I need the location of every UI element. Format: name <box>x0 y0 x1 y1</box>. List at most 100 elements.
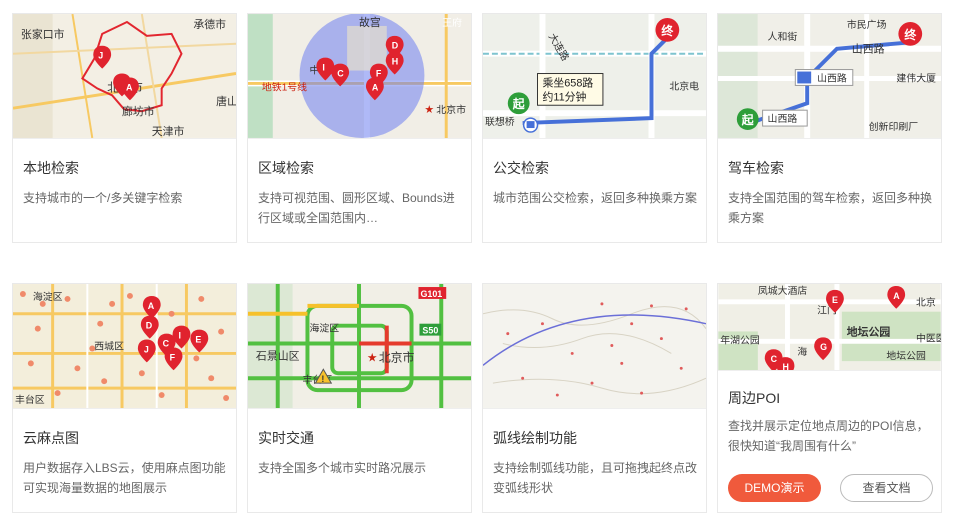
svg-text:C: C <box>771 354 778 364</box>
map-label: 创新印刷厂 <box>869 120 919 133</box>
card-title: 区域检索 <box>258 160 314 176</box>
map-nearby-poi: 凤城大酒店 北京 江门 地坛公园 中医医 地坛公园 海 年湖公园 EAGCH <box>718 284 941 370</box>
svg-text:起: 起 <box>741 113 755 127</box>
map-label: 廊坊市 <box>122 104 155 118</box>
map-label: 年湖公园 <box>720 333 760 346</box>
map-label: G101 <box>420 289 442 299</box>
card-title: 驾车检索 <box>728 160 784 176</box>
map-label: 凤城大酒店 <box>758 284 808 297</box>
card-local-search[interactable]: 张家口市 承德市 北京市 廊坊市 天津市 唐山市 J A 本地检索 支持城市的一… <box>12 13 237 243</box>
svg-text:F: F <box>170 352 176 362</box>
card-title: 弧线绘制功能 <box>493 430 577 446</box>
card-area-search[interactable]: 故宫 中山公 地铁1号线 王府 ★ 北京市 ICDHFA 区域检索 支持可视范围… <box>247 13 472 243</box>
card-title: 周边POI <box>728 390 781 406</box>
map-thumbnail[interactable]: AD I E C J F 海淀区 西城区 丰台区 <box>13 284 236 409</box>
car-icon <box>797 71 812 84</box>
card-arc-drawing[interactable]: 弧线绘制功能 支持绘制弧线功能，且可拖拽起终点改变弧线形状 <box>482 283 707 513</box>
svg-text:J: J <box>98 51 103 61</box>
card-cloud-dots[interactable]: AD I E C J F 海淀区 西城区 丰台区 云麻点图 用户数据存入LBS云，使用麻点… <box>12 283 237 513</box>
map-thumbnail[interactable]: 大连路 乘坐658路 约11分钟 北京电 联想桥 起 终 <box>483 14 706 139</box>
map-thumbnail[interactable]: G101 海淀区 石景山区 北京市 S50 丰台区 ★ ! <box>248 284 471 409</box>
map-label: 北京市 <box>436 103 466 116</box>
map-area-search: 故宫 中山公 地铁1号线 王府 ★ 北京市 ICDHFA <box>248 14 471 138</box>
svg-text:H: H <box>783 362 789 370</box>
card-description: 支持城市的一个/多关键字检索 <box>23 191 183 205</box>
map-thumbnail[interactable]: 市民广场 人和街 山西路 山西路 山西路 建伟大厦 创新印刷厂 起 终 <box>718 14 941 139</box>
map-label: 地铁1号线 <box>262 80 307 93</box>
map-label: 市民广场 <box>847 18 887 31</box>
map-label: 王府 <box>442 16 462 29</box>
svg-text:终: 终 <box>661 24 674 38</box>
svg-text:E: E <box>195 335 201 345</box>
map-label: 海淀区 <box>33 290 63 303</box>
start-marker: 起 <box>736 108 759 131</box>
map-label: 故宫 <box>359 15 381 29</box>
card-description: 城市范围公交检索，返回多种换乘方案 <box>493 191 698 205</box>
svg-text:C: C <box>337 68 344 78</box>
map-label: 天津市 <box>152 124 185 138</box>
star-icon: ★ <box>424 104 434 116</box>
star-icon: ★ <box>367 350 378 364</box>
card-title: 公交检索 <box>493 160 549 176</box>
map-bus-search: 大连路 乘坐658路 约11分钟 北京电 联想桥 起 终 <box>483 14 706 138</box>
map-label: 北京市 <box>379 350 415 364</box>
card-description: 支持全国范围的驾车检索，返回多种换乘方案 <box>728 191 933 225</box>
map-local-search: 张家口市 承德市 北京市 廊坊市 天津市 唐山市 J A <box>13 14 236 138</box>
end-marker: 终 <box>655 18 680 42</box>
map-label: 人和街 <box>768 30 798 43</box>
map-label: 建伟大厦 <box>896 71 936 84</box>
map-realtime-traffic: G101 海淀区 石景山区 北京市 S50 丰台区 ★ ! <box>248 284 471 408</box>
svg-text:A: A <box>126 82 133 92</box>
end-marker: 终 <box>898 21 923 46</box>
svg-text:J: J <box>144 344 149 354</box>
map-thumbnail[interactable] <box>483 284 706 409</box>
map-label: S50 <box>422 326 438 336</box>
card-description: 支持绘制弧线功能，且可拖拽起终点改变弧线形状 <box>493 461 698 495</box>
svg-text:终: 终 <box>904 28 917 42</box>
map-label: 丰台区 <box>15 393 45 406</box>
map-label: 北京电 <box>669 79 699 92</box>
svg-text:D: D <box>146 321 153 331</box>
view-docs-button[interactable]: 查看文档 <box>840 474 933 502</box>
svg-text:E: E <box>832 295 838 305</box>
svg-text:H: H <box>392 57 398 67</box>
card-title: 云麻点图 <box>23 430 79 446</box>
svg-text:I: I <box>179 331 181 341</box>
card-description: 用户数据存入LBS云，使用麻点图功能可实现海量数据的地图展示 <box>23 461 226 495</box>
card-title: 本地检索 <box>23 160 79 176</box>
map-label: 海淀区 <box>309 322 339 335</box>
map-label: 中医医 <box>916 331 941 344</box>
svg-text:A: A <box>893 291 900 301</box>
map-label: 西城区 <box>94 340 124 352</box>
demo-button[interactable]: DEMO演示 <box>728 474 821 502</box>
card-title: 实时交通 <box>258 430 314 446</box>
map-thumbnail[interactable]: 故宫 中山公 地铁1号线 王府 ★ 北京市 ICDHFA <box>248 14 471 139</box>
start-marker: 起 <box>507 92 530 115</box>
card-description: 支持全国多个城市实时路况展示 <box>258 461 427 475</box>
map-label: 山西路 <box>852 43 885 56</box>
card-nearby-poi[interactable]: 凤城大酒店 北京 江门 地坛公园 中医医 地坛公园 海 年湖公园 EAGCH 周… <box>717 283 942 513</box>
svg-text:D: D <box>392 41 399 51</box>
map-label: 石景山区 <box>256 349 300 362</box>
map-thumbnail[interactable]: 张家口市 承德市 北京市 廊坊市 天津市 唐山市 J A <box>13 14 236 139</box>
map-label: 承德市 <box>193 17 226 31</box>
map-thumbnail[interactable]: 凤城大酒店 北京 江门 地坛公园 中医医 地坛公园 海 年湖公园 EAGCH <box>718 284 941 371</box>
map-label: 山西路 <box>817 71 847 84</box>
card-bus-search[interactable]: 大连路 乘坐658路 约11分钟 北京电 联想桥 起 终 公交检索 城市范围公交… <box>482 13 707 243</box>
svg-text:A: A <box>372 82 379 92</box>
svg-text:起: 起 <box>512 97 526 111</box>
bus-icon <box>522 117 539 133</box>
map-label: 地坛公园 <box>847 324 891 338</box>
svg-text:I: I <box>322 63 324 73</box>
map-label: 地坛公园 <box>886 349 926 362</box>
map-arc-drawing <box>483 284 706 408</box>
map-label: 北京 <box>916 296 936 309</box>
map-label: 唐山市 <box>216 94 236 108</box>
card-drive-search[interactable]: 市民广场 人和街 山西路 山西路 山西路 建伟大厦 创新印刷厂 起 终 驾车检索… <box>717 13 942 243</box>
bus-route-label: 乘坐658路 <box>542 76 593 89</box>
map-label: 联想桥 <box>485 115 515 128</box>
map-drive-search: 市民广场 人和街 山西路 山西路 山西路 建伟大厦 创新印刷厂 起 终 <box>718 14 941 138</box>
svg-text:★: ★ <box>367 350 378 364</box>
card-realtime-traffic[interactable]: G101 海淀区 石景山区 北京市 S50 丰台区 ★ ! 实时交通 支持全国多… <box>247 283 472 513</box>
svg-text:★: ★ <box>424 104 434 116</box>
